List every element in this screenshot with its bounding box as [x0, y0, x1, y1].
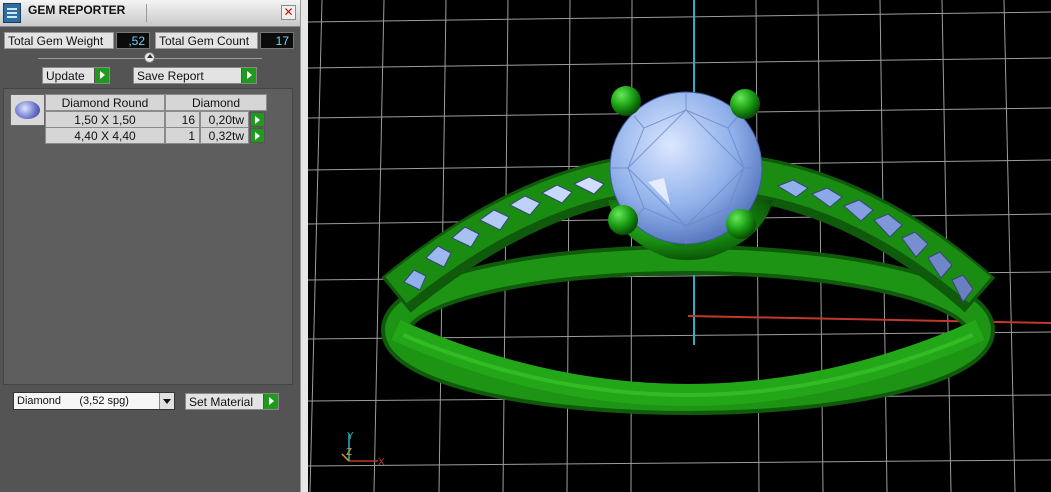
total-gem-weight-value: ,52 [116, 32, 150, 49]
3d-viewport[interactable]: Y Z X [308, 0, 1051, 492]
panel-slider-handle[interactable] [144, 52, 155, 63]
panel-titlebar: GEM REPORTER ✕ [0, 0, 300, 27]
green-arrow-icon[interactable] [250, 128, 265, 143]
total-gem-count-value: 17 [260, 32, 294, 49]
prong [608, 205, 638, 235]
green-arrow-icon [94, 68, 109, 83]
material-dropdown[interactable]: Diamond (3,52 spg) [13, 392, 175, 410]
green-arrow-icon [241, 68, 256, 83]
axis-y-label: Y [347, 431, 354, 442]
prong [730, 89, 760, 119]
panel-title: GEM REPORTER [28, 3, 126, 17]
prong [726, 209, 756, 239]
gem-reporter-app-icon [3, 3, 21, 23]
table-row-count: 1 [165, 127, 200, 144]
table-header-shape: Diamond Round [45, 94, 165, 111]
total-gem-count-label: Total Gem Count [155, 32, 258, 49]
material-dropdown-value: Diamond (3,52 spg) [17, 395, 129, 407]
panel-splitter[interactable] [300, 0, 308, 492]
table-row-size: 1,50 X 1,50 [45, 111, 165, 128]
green-arrow-icon[interactable] [250, 112, 265, 127]
table-header-material: Diamond [165, 94, 267, 111]
close-icon[interactable]: ✕ [281, 5, 296, 20]
titlebar-divider [146, 4, 147, 22]
diamond-round-thumbnail-icon[interactable] [10, 94, 45, 126]
gem-reporter-panel: GEM REPORTER ✕ Total Gem Weight ,52 Tota… [0, 0, 300, 492]
save-report-button-label: Save Report [137, 69, 204, 83]
green-arrow-icon [263, 394, 278, 409]
update-button-label: Update [46, 69, 85, 83]
viewport-canvas: Y Z X [308, 0, 1051, 492]
table-row-count: 16 [165, 111, 200, 128]
axis-x-label: X [378, 457, 385, 468]
save-report-button[interactable]: Save Report [133, 67, 257, 84]
table-row-weight: 0,32tw [200, 127, 249, 144]
prong [611, 86, 641, 116]
update-button[interactable]: Update [42, 67, 110, 84]
total-gem-weight-label: Total Gem Weight [4, 32, 114, 49]
axis-triad: Y Z X [341, 431, 385, 468]
table-row-size: 4,40 X 4,40 [45, 127, 165, 144]
set-material-button-label: Set Material [189, 395, 254, 409]
table-row-weight: 0,20tw [200, 111, 249, 128]
set-material-button[interactable]: Set Material [185, 393, 279, 410]
chevron-down-icon[interactable] [159, 393, 174, 409]
x-axis-line [687, 315, 1051, 324]
axis-z-label: Z [346, 447, 352, 458]
ring-model[interactable] [381, 86, 996, 415]
